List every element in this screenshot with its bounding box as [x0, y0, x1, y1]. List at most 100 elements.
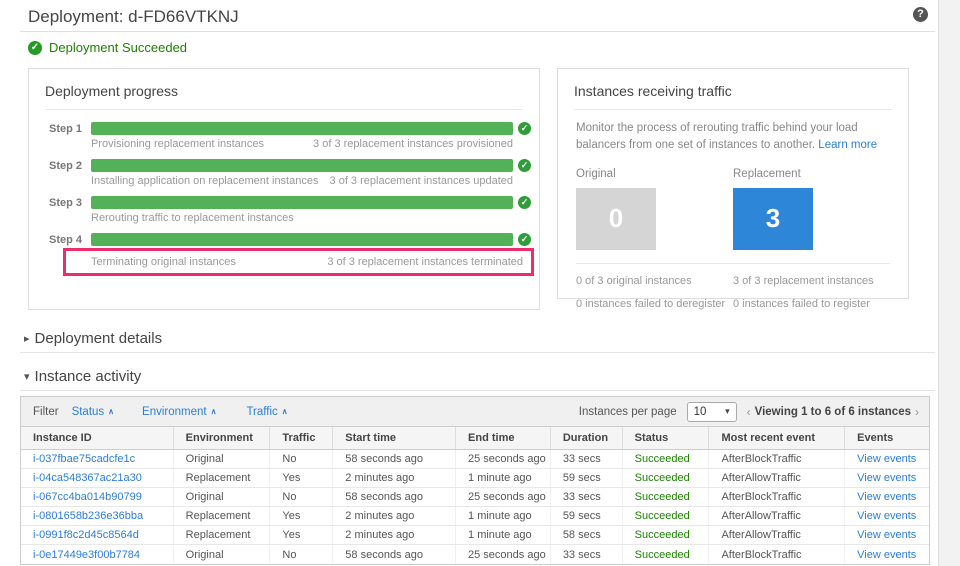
step-progress-bar — [91, 159, 513, 172]
title-divider — [20, 31, 935, 32]
step-progress-bar — [91, 233, 513, 246]
instance-id-link[interactable]: i-037fbae75cadcfe1c — [33, 453, 135, 465]
col-traffic: Traffic — [269, 427, 332, 449]
cell-start-time: 58 seconds ago — [332, 545, 455, 564]
view-events-link[interactable]: View events — [857, 510, 916, 522]
filter-status-label: Status — [71, 405, 105, 418]
view-events-link[interactable]: View events — [857, 491, 916, 503]
instance-id-link[interactable]: i-0e17449e3f00b7784 — [33, 549, 140, 561]
replacement-count-box: 3 — [733, 187, 813, 250]
cell-recent-event: AfterBlockTraffic — [708, 450, 844, 468]
help-icon[interactable]: ? — [913, 7, 928, 22]
page-next-chevron[interactable]: › — [915, 405, 919, 419]
col-start-time: Start time — [332, 427, 455, 449]
deployment-status-text: Deployment Succeeded — [49, 40, 188, 55]
filter-traffic[interactable]: Traffic ∧ — [246, 406, 287, 418]
per-page-label: Instances per page — [578, 405, 677, 418]
cell-status: Succeeded — [621, 507, 709, 525]
step-name: Rerouting traffic to replacement instanc… — [91, 212, 294, 224]
success-check-icon: ✓ — [28, 40, 42, 55]
original-instances-stat: 0 of 3 original instances — [576, 274, 692, 287]
cell-environment: Replacement — [172, 526, 270, 544]
per-page-value: 10 — [693, 405, 707, 418]
step-detail: 3 of 3 replacement instances terminated — [327, 256, 523, 268]
table-filter-bar: Filter Status ∧ Environment ∧ Traffic ∧ … — [20, 396, 930, 427]
original-column: Original 0 — [576, 168, 733, 250]
cell-duration: 33 secs — [549, 450, 622, 468]
instance-id-link[interactable]: i-0991f8c2d45c8564d — [33, 529, 139, 541]
filter-environment[interactable]: Environment ∧ — [142, 406, 216, 418]
caret-up-icon: ∧ — [210, 407, 217, 416]
col-events: Events — [844, 427, 929, 449]
instance-id-link[interactable]: i-04ca548367ac21a30 — [33, 472, 142, 484]
cell-status: Succeeded — [621, 450, 709, 468]
per-page-dropdown[interactable]: 10 ▾ — [686, 401, 737, 422]
table-header-row: Instance ID Environment Traffic Start ti… — [21, 427, 929, 450]
cell-duration: 59 secs — [549, 507, 622, 525]
table-row: i-0e17449e3f00b7784 Original No 58 secon… — [21, 545, 929, 564]
register-failed-stat: 0 instances failed to register — [733, 297, 870, 310]
deployment-status: ✓ Deployment Succeeded — [28, 40, 187, 55]
cell-environment: Original — [172, 545, 270, 564]
instance-activity-toggle[interactable]: ▾ Instance activity — [24, 368, 141, 385]
cell-end-time: 25 seconds ago — [455, 488, 550, 506]
step-label: Step 2 — [49, 159, 83, 172]
cell-start-time: 2 minutes ago — [332, 526, 455, 544]
page-prev-chevron[interactable]: ‹ — [747, 405, 751, 419]
deployment-details-toggle[interactable]: ▸ Deployment details — [24, 330, 162, 347]
step-label: Step 3 — [49, 196, 83, 209]
activity-section-divider — [20, 390, 935, 391]
view-events-link[interactable]: View events — [857, 472, 916, 484]
caret-up-icon: ∧ — [108, 407, 115, 416]
step-name: Terminating original instances — [91, 256, 236, 268]
paging-text: Viewing 1 to 6 of 6 instances — [754, 405, 911, 418]
instances-receiving-traffic-panel: Instances receiving traffic Monitor the … — [557, 68, 909, 310]
step-4-highlight-box: Terminating original instances 3 of 3 re… — [63, 248, 534, 276]
filter-traffic-label: Traffic — [246, 405, 278, 418]
traffic-description-text: Monitor the process of rerouting traffic… — [576, 122, 858, 152]
cell-traffic: No — [269, 488, 332, 506]
cell-traffic: Yes — [269, 469, 332, 487]
step-check-icon: ✓ — [518, 196, 531, 209]
step-progress-bar — [91, 196, 513, 209]
cell-start-time: 58 seconds ago — [332, 450, 455, 468]
step-check-icon: ✓ — [518, 159, 531, 172]
codedeploy-deployment-page: Deployment: d-FD66VTKNJ ? ✓ Deployment S… — [0, 0, 960, 566]
page-title: Deployment: d-FD66VTKNJ — [28, 7, 239, 26]
step-check-icon: ✓ — [518, 122, 531, 135]
cell-end-time: 25 seconds ago — [455, 450, 550, 468]
cell-status: Succeeded — [621, 526, 709, 544]
table-row: i-067cc4ba014b90799 Original No 58 secon… — [21, 488, 929, 507]
cell-recent-event: AfterBlockTraffic — [708, 545, 844, 564]
traffic-count-columns: Original 0 Replacement 3 — [558, 155, 908, 250]
filter-status[interactable]: Status ∧ — [72, 406, 114, 418]
view-events-link[interactable]: View events — [857, 453, 916, 465]
cell-traffic: No — [269, 450, 332, 468]
collapsed-arrow-icon: ▸ — [24, 333, 30, 345]
view-events-link[interactable]: View events — [857, 549, 916, 561]
expanded-arrow-icon: ▾ — [24, 371, 30, 383]
cell-traffic: Yes — [269, 507, 332, 525]
traffic-panel-title: Instances receiving traffic — [574, 83, 732, 99]
step-label: Step 1 — [49, 122, 83, 135]
cell-environment: Original — [172, 450, 270, 468]
cell-duration: 58 secs — [549, 526, 622, 544]
cell-recent-event: AfterAllowTraffic — [708, 526, 844, 544]
instance-id-link[interactable]: i-0801658b236e36bba — [33, 510, 143, 522]
cell-duration: 33 secs — [549, 488, 622, 506]
table-row: i-0801658b236e36bba Replacement Yes 2 mi… — [21, 507, 929, 526]
progress-step-4: Step 4 ✓ Terminating original instances … — [45, 233, 534, 276]
cell-end-time: 25 seconds ago — [455, 545, 550, 564]
view-events-link[interactable]: View events — [857, 529, 916, 541]
replacement-label: Replacement — [733, 167, 801, 180]
cell-traffic: Yes — [269, 526, 332, 544]
step-detail: 3 of 3 replacement instances updated — [329, 175, 513, 187]
learn-more-link[interactable]: Learn more — [818, 139, 877, 151]
col-status: Status — [621, 427, 709, 449]
progress-step-2: Step 2 ✓ Installing application on repla… — [45, 159, 531, 187]
traffic-stats-row-2: 0 instances failed to deregister 0 insta… — [558, 287, 908, 310]
table-row: i-04ca548367ac21a30 Replacement Yes 2 mi… — [21, 469, 929, 488]
step-progress-bar — [91, 122, 513, 135]
cell-recent-event: AfterBlockTraffic — [708, 488, 844, 506]
instance-id-link[interactable]: i-067cc4ba014b90799 — [33, 491, 142, 503]
